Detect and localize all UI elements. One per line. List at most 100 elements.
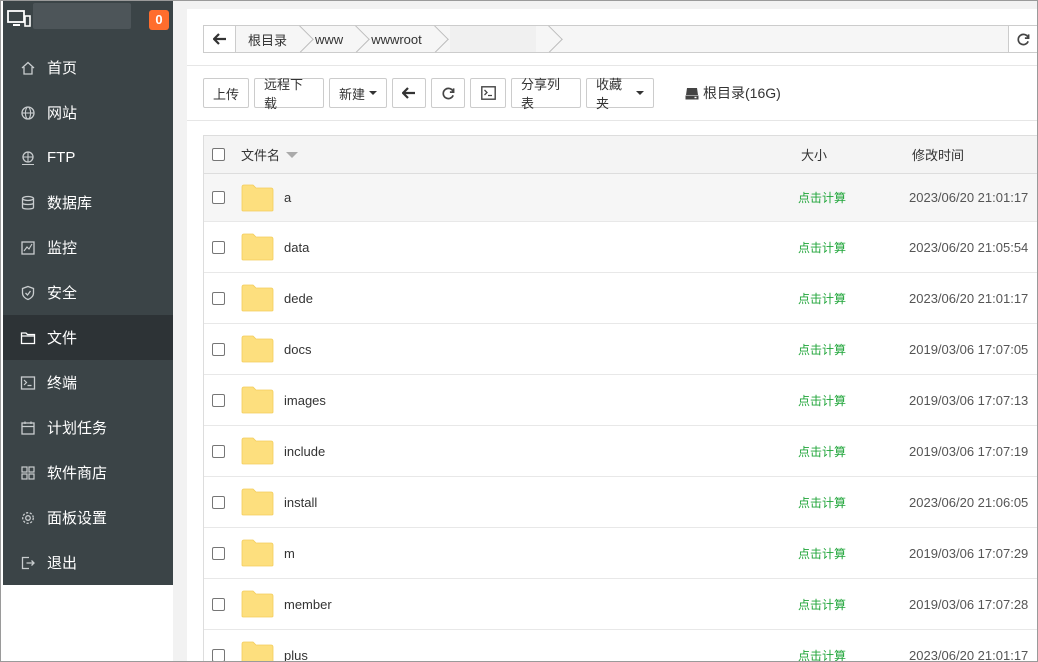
calc-size-link[interactable]: 点击计算: [798, 189, 846, 206]
table-row[interactable]: data 点击计算 2023/06/20 21:05:54: [204, 222, 1038, 273]
sidebar-item-terminal[interactable]: 终端: [3, 360, 173, 405]
upload-button[interactable]: 上传: [203, 78, 249, 108]
remote-download-button[interactable]: 远程下载: [254, 77, 324, 111]
path-bar: 根目录 www wwwroot: [203, 25, 1038, 53]
table-row[interactable]: m 点击计算 2019/03/06 17:07:29: [204, 528, 1038, 579]
file-name[interactable]: member: [284, 597, 332, 612]
folder-icon: [241, 386, 274, 414]
row-checkbox[interactable]: [212, 342, 225, 356]
sidebar-item-folder[interactable]: 文件: [3, 315, 173, 360]
sidebar-item-calendar[interactable]: 计划任务: [3, 405, 173, 450]
globe-icon: [19, 104, 37, 122]
row-checkbox[interactable]: [212, 597, 225, 611]
file-table: 文件名 大小 修改时间 a 点击计算 2023/06/20 21:01:17 data…: [203, 135, 1038, 662]
gear-icon: [19, 509, 37, 527]
notification-badge[interactable]: 0: [149, 10, 169, 30]
file-name[interactable]: docs: [284, 342, 311, 357]
path-input-area[interactable]: [551, 26, 1008, 52]
table-row[interactable]: images 点击计算 2019/03/06 17:07:13: [204, 375, 1038, 426]
table-row[interactable]: a 点击计算 2023/06/20 21:01:17: [204, 174, 1038, 222]
server-monitor-icon: [7, 10, 31, 27]
header-filename-label: 文件名: [241, 148, 281, 163]
file-name[interactable]: install: [284, 495, 317, 510]
new-dropdown-button[interactable]: 新建: [329, 78, 387, 108]
ftp-icon: [19, 149, 37, 167]
file-name[interactable]: dede: [284, 291, 313, 306]
calc-size-link[interactable]: 点击计算: [798, 545, 846, 562]
row-checkbox[interactable]: [212, 291, 225, 305]
path-refresh-button[interactable]: [1008, 26, 1038, 52]
row-checkbox[interactable]: [212, 393, 225, 407]
disk-label: 根目录(16G): [703, 85, 781, 101]
breadcrumb-root[interactable]: 根目录: [236, 26, 304, 52]
file-name[interactable]: data: [284, 240, 309, 255]
table-row[interactable]: include 点击计算 2019/03/06 17:07:19: [204, 426, 1038, 477]
sidebar-item-ftp[interactable]: FTP: [3, 135, 173, 180]
calc-size-link[interactable]: 点击计算: [798, 494, 846, 511]
sidebar-item-database[interactable]: 数据库: [3, 180, 173, 225]
calc-size-link[interactable]: 点击计算: [798, 341, 846, 358]
back-button[interactable]: [392, 78, 426, 108]
database-icon: [19, 194, 37, 212]
calc-size-link[interactable]: 点击计算: [798, 596, 846, 613]
sidebar-item-gear[interactable]: 面板设置: [3, 495, 173, 540]
file-name[interactable]: images: [284, 393, 326, 408]
sidebar-item-globe[interactable]: 网站: [3, 90, 173, 135]
table-row[interactable]: plus 点击计算 2023/06/20 21:01:17: [204, 630, 1038, 662]
row-checkbox[interactable]: [212, 648, 225, 662]
file-name[interactable]: include: [284, 444, 325, 459]
home-icon: [19, 59, 37, 77]
favorites-dropdown-button[interactable]: 收藏夹: [586, 77, 654, 111]
breadcrumb-site-blurred[interactable]: [437, 26, 552, 52]
table-row[interactable]: member 点击计算 2019/03/06 17:07:28: [204, 579, 1038, 630]
terminal-button[interactable]: [470, 78, 506, 108]
server-name-blurred: [33, 3, 131, 29]
file-name[interactable]: plus: [284, 648, 308, 662]
select-all-checkbox[interactable]: [212, 148, 225, 161]
sidebar-header: 0: [3, 0, 173, 35]
favorites-label: 收藏夹: [596, 77, 623, 111]
share-list-button[interactable]: 分享列表: [511, 77, 581, 111]
modified-time: 2019/03/06 17:07:28: [909, 596, 1029, 612]
header-size[interactable]: 大小: [801, 145, 827, 164]
hard-drive-icon: [685, 88, 699, 100]
sidebar-item-monitor[interactable]: 监控: [3, 225, 173, 270]
row-checkbox[interactable]: [212, 495, 225, 509]
row-checkbox[interactable]: [212, 546, 225, 560]
row-checkbox[interactable]: [212, 191, 225, 204]
table-row[interactable]: install 点击计算 2023/06/20 21:06:05: [204, 477, 1038, 528]
table-row[interactable]: docs 点击计算 2019/03/06 17:07:05: [204, 324, 1038, 375]
sidebar-item-home[interactable]: 首页: [3, 45, 173, 90]
folder-icon: [19, 329, 37, 347]
refresh-button[interactable]: [431, 78, 465, 108]
sidebar-item-label: 面板设置: [47, 510, 108, 527]
file-name[interactable]: m: [284, 546, 295, 561]
table-row[interactable]: dede 点击计算 2023/06/20 21:01:17: [204, 273, 1038, 324]
calc-size-link[interactable]: 点击计算: [798, 443, 846, 460]
row-checkbox[interactable]: [212, 240, 225, 254]
file-manager-panel: 根目录 www wwwroot 上传 远程下载 新建 分享列表 收藏夹 根目录(…: [187, 9, 1038, 662]
folder-icon: [241, 335, 274, 363]
sidebar-item-logout[interactable]: 退出: [3, 540, 173, 585]
header-modified-time[interactable]: 修改时间: [912, 145, 964, 164]
header-filename[interactable]: 文件名: [241, 145, 299, 164]
calc-size-link[interactable]: 点击计算: [798, 290, 846, 307]
calc-size-link[interactable]: 点击计算: [798, 239, 846, 256]
sidebar-item-label: 网站: [47, 105, 78, 122]
disk-selector[interactable]: 根目录(16G): [685, 83, 781, 103]
calc-size-link[interactable]: 点击计算: [798, 392, 846, 409]
modified-time: 2019/03/06 17:07:13: [909, 392, 1029, 408]
table-header: 文件名 大小 修改时间: [204, 136, 1038, 174]
path-back-button[interactable]: [204, 26, 236, 52]
sidebar-item-shield[interactable]: 安全: [3, 270, 173, 315]
calc-size-link[interactable]: 点击计算: [798, 647, 846, 662]
breadcrumb-wwwroot[interactable]: wwwroot: [359, 26, 438, 52]
folder-icon: [241, 437, 274, 465]
modified-time: 2019/03/06 17:07:05: [909, 341, 1029, 357]
row-checkbox[interactable]: [212, 444, 225, 458]
folder-icon: [241, 184, 274, 211]
file-name[interactable]: a: [284, 190, 291, 205]
sidebar-item-apps[interactable]: 软件商店: [3, 450, 173, 495]
caret-down-icon: [636, 91, 644, 95]
file-toolbar: 上传 远程下载 新建 分享列表 收藏夹 根目录(16G): [203, 77, 781, 111]
